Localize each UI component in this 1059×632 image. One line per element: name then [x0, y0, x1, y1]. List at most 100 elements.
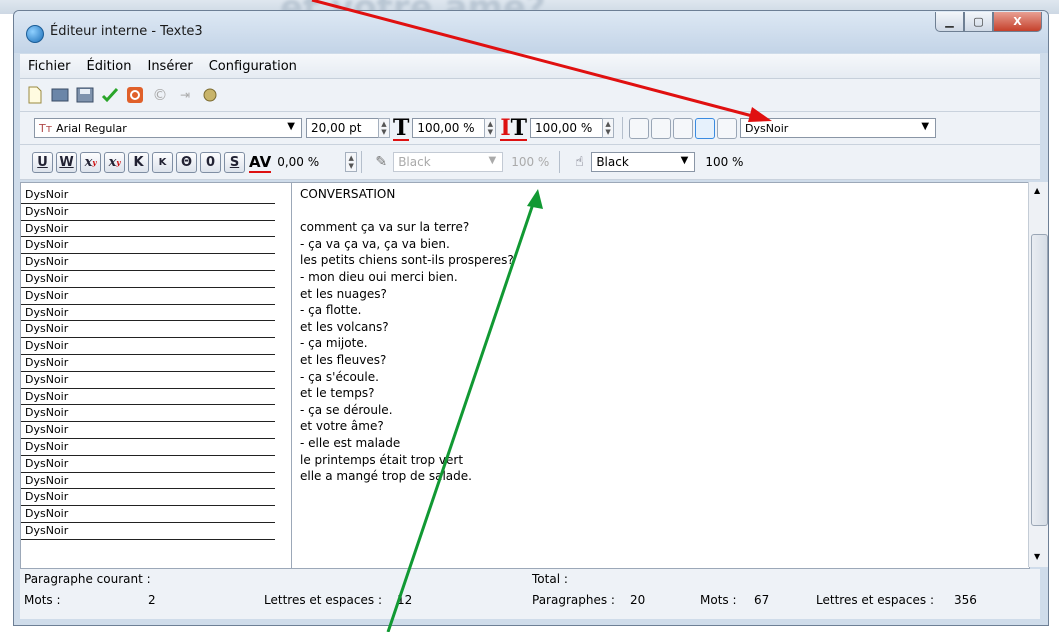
- align-right-button[interactable]: [673, 117, 694, 139]
- text-line[interactable]: [292, 203, 1029, 220]
- background-color-value: Black: [596, 155, 629, 169]
- text-line[interactable]: les petits chiens sont-ils prosperes?: [292, 252, 1029, 269]
- char-spacing-spinner[interactable]: ▲ ▼: [345, 152, 358, 172]
- align-justify-button[interactable]: [695, 117, 716, 139]
- style-list-item[interactable]: DysNoir: [21, 506, 275, 523]
- style-list-item[interactable]: DysNoir: [21, 221, 275, 238]
- font-size-field[interactable]: 20,00 pt: [306, 118, 378, 138]
- open-icon[interactable]: [50, 85, 70, 105]
- text-line[interactable]: et les fleuves?: [292, 352, 1029, 369]
- subscript-button[interactable]: xy: [80, 151, 101, 173]
- align-center-button[interactable]: [651, 117, 672, 139]
- text-line[interactable]: - ça flotte.: [292, 302, 1029, 319]
- background-color-select[interactable]: Black ▼: [591, 152, 696, 172]
- minimize-button[interactable]: ▁: [935, 12, 964, 32]
- font-size-spinner[interactable]: ▲ ▼: [378, 118, 390, 138]
- shadow-button[interactable]: S: [224, 151, 245, 173]
- close-button[interactable]: X: [993, 12, 1042, 32]
- text-line[interactable]: - mon dieu oui merci bien.: [292, 269, 1029, 286]
- app-icon: [26, 25, 44, 43]
- window-title: Éditeur interne - Texte3: [50, 24, 203, 39]
- vertical-scale-icon: T: [393, 115, 410, 141]
- style-list-item[interactable]: DysNoir: [21, 473, 275, 490]
- style-list-item[interactable]: DysNoir: [21, 439, 275, 456]
- text-line[interactable]: - ça s'écoule.: [292, 369, 1029, 386]
- style-list-item[interactable]: DysNoir: [21, 355, 275, 372]
- current-letters-label: Lettres et espaces :: [264, 593, 382, 607]
- word-underline-button[interactable]: W: [56, 151, 77, 173]
- char-spacing-field[interactable]: 0,00 %: [273, 152, 345, 172]
- style-list-item[interactable]: DysNoir: [21, 372, 275, 389]
- text-line[interactable]: - ça mijote.: [292, 335, 1029, 352]
- vertical-scale-field[interactable]: 100,00 %: [412, 118, 485, 138]
- text-line[interactable]: elle a mangé trop de salade.: [292, 468, 1029, 485]
- style-list-item[interactable]: DysNoir: [21, 305, 275, 322]
- text-line[interactable]: - ça se déroule.: [292, 402, 1029, 419]
- horizontal-scale-value: 100,00 %: [535, 121, 593, 135]
- toolbar-separator: [622, 117, 624, 139]
- vertical-scale-spinner[interactable]: ▲ ▼: [484, 118, 497, 138]
- style-list-item[interactable]: DysNoir: [21, 187, 275, 204]
- menu-fichier[interactable]: Fichier: [20, 59, 79, 74]
- current-words-label: Mots :: [24, 593, 61, 607]
- text-line[interactable]: et votre âme?: [292, 418, 1029, 435]
- outline-button[interactable]: 0: [200, 151, 221, 173]
- menu-configuration[interactable]: Configuration: [201, 59, 305, 74]
- insert-icon[interactable]: ⇥: [175, 85, 195, 105]
- style-list-item[interactable]: DysNoir: [21, 523, 275, 540]
- maximize-button[interactable]: ▢: [964, 12, 993, 32]
- text-line[interactable]: et les nuages?: [292, 286, 1029, 303]
- align-left-button[interactable]: [629, 117, 650, 139]
- align-extra-button[interactable]: [717, 117, 738, 139]
- text-line[interactable]: comment ça va sur la terre?: [292, 219, 1029, 236]
- text-line[interactable]: - ça va ça va, ça va bien.: [292, 236, 1029, 253]
- scrollbar-thumb[interactable]: [1031, 234, 1048, 526]
- current-letters-value: 12: [397, 593, 413, 607]
- style-list-item[interactable]: DysNoir: [21, 237, 275, 255]
- menu-inserer[interactable]: Insérer: [139, 59, 200, 74]
- style-list-item[interactable]: DysNoir: [21, 456, 275, 473]
- save-icon[interactable]: [75, 85, 95, 105]
- superscript-button[interactable]: xy: [104, 151, 125, 173]
- copyright-icon[interactable]: ©: [150, 85, 170, 105]
- text-line[interactable]: - elle est malade: [292, 435, 1029, 452]
- style-list-item[interactable]: DysNoir: [21, 321, 275, 339]
- maximize-icon: ▢: [973, 15, 984, 28]
- text-color-select[interactable]: Black ▼: [393, 152, 504, 172]
- style-list-item[interactable]: DysNoir: [21, 288, 275, 305]
- style-list-item[interactable]: DysNoir: [21, 389, 275, 406]
- text-editor[interactable]: CONVERSATION comment ça va sur la terre?…: [291, 182, 1030, 569]
- text-color-value: Black: [398, 155, 431, 169]
- scroll-down-icon[interactable]: ▼: [1034, 552, 1040, 561]
- small-caps-button[interactable]: K: [152, 151, 173, 173]
- text-line[interactable]: CONVERSATION: [292, 186, 1029, 203]
- menu-bar: Fichier Édition Insérer Configuration: [20, 54, 1040, 79]
- font-select[interactable]: Tт Arial Regular ▼: [34, 118, 302, 138]
- text-color-pen-icon[interactable]: ✎: [371, 152, 391, 172]
- tools-icon[interactable]: [200, 85, 220, 105]
- underline-button[interactable]: U: [32, 151, 53, 173]
- style-list-item[interactable]: DysNoir: [21, 338, 275, 355]
- style-list-item[interactable]: DysNoir: [21, 204, 275, 221]
- text-line[interactable]: et le temps?: [292, 385, 1029, 402]
- horizontal-scale-field[interactable]: 100,00 %: [530, 118, 603, 138]
- editor-scrollbar[interactable]: ▲ ▼: [1028, 182, 1048, 567]
- total-paragraphs-value: 20: [630, 593, 646, 607]
- horizontal-scale-spinner[interactable]: ▲ ▼: [602, 118, 615, 138]
- text-line[interactable]: le printemps était trop vert: [292, 452, 1029, 469]
- menu-edition[interactable]: Édition: [79, 59, 140, 74]
- style-list-item[interactable]: DysNoir: [21, 271, 275, 288]
- style-list-item[interactable]: DysNoir: [21, 254, 275, 271]
- text-line[interactable]: et les volcans?: [292, 319, 1029, 336]
- uppercase-button[interactable]: K: [128, 151, 149, 173]
- style-select[interactable]: DysNoir ▼: [740, 118, 937, 138]
- style-list-item[interactable]: DysNoir: [21, 405, 275, 423]
- scroll-up-icon[interactable]: ▲: [1034, 186, 1040, 195]
- style-list-item[interactable]: DysNoir: [21, 422, 275, 439]
- background-color-icon[interactable]: ☝: [569, 152, 589, 172]
- new-document-icon[interactable]: [25, 85, 45, 105]
- validate-check-icon[interactable]: [100, 85, 120, 105]
- stop-icon[interactable]: [125, 85, 145, 105]
- style-list-item[interactable]: DysNoir: [21, 489, 275, 507]
- strikethrough-button[interactable]: Θ: [176, 151, 197, 173]
